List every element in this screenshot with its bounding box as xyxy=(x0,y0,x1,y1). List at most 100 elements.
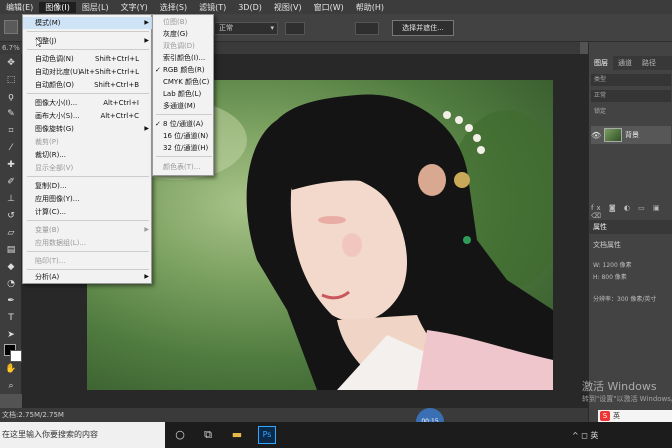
menu-separator xyxy=(27,220,149,221)
menu-item-mode[interactable]: 模式(M) ▶ xyxy=(23,17,153,29)
mode-select[interactable]: 正常 xyxy=(214,22,278,35)
layer-thumbnail xyxy=(604,128,622,142)
image-menu-dropdown: 模式(M) ▶ 调整(J) ▶ 自动色调(N) Shift+Ctrl+L 自动对比度(… xyxy=(22,14,153,284)
menu-item-auto-color[interactable]: 自动颜色(O) Shift+Ctrl+B xyxy=(23,79,153,91)
type-tool-icon[interactable]: T xyxy=(0,309,22,326)
menu-layer[interactable]: 图层(L) xyxy=(76,2,115,13)
eraser-tool-icon[interactable]: ▱ xyxy=(0,224,22,241)
tools-panel: ✥ ⬚ ϙ ✎ ⌗ ⁄ ✚ ✐ ⊥ ↺ ▱ ▤ ◆ ◔ ✒ T ➤ ▭ ✋ ⌕ xyxy=(0,54,22,394)
mode-bitmap[interactable]: 位图(B) xyxy=(153,16,215,28)
stamp-tool-icon[interactable]: ⊥ xyxy=(0,190,22,207)
tool-preset-icon[interactable] xyxy=(4,20,18,34)
mode-indexed-color[interactable]: 索引颜色(I)... xyxy=(153,52,215,64)
menu-item-auto-contrast[interactable]: 自动对比度(U) Alt+Shift+Ctrl+L xyxy=(23,66,153,78)
history-brush-icon[interactable]: ↺ xyxy=(0,207,22,224)
menu-item-duplicate[interactable]: 复制(D)... xyxy=(23,180,153,192)
activation-watermark: 激活 Windows xyxy=(582,380,657,393)
menu-separator xyxy=(27,269,149,270)
menu-item-auto-tone[interactable]: 自动色调(N) Shift+Ctrl+L xyxy=(23,53,153,65)
ime-toolbar[interactable]: S 英 xyxy=(598,410,672,422)
right-panel: 图层 通道 路径 类型 正常 锁定 👁 背景 fx ◙ ◐ ▭ ▣ ⌫ 属性 文… xyxy=(588,42,672,422)
tab-layers[interactable]: 图层 xyxy=(589,56,613,70)
menu-separator xyxy=(27,31,149,32)
tab-channels[interactable]: 通道 xyxy=(613,56,637,70)
mode-submenu: 位图(B) 灰度(G) 双色调(D) 索引颜色(I)... ✓ RGB 颜色(R)… xyxy=(152,14,214,176)
lock-row: 锁定 xyxy=(591,106,671,118)
mode-32-bit[interactable]: 32 位/通道(H) xyxy=(153,142,215,154)
task-view-icon[interactable]: ⧉ xyxy=(200,427,216,443)
menu-window[interactable]: 窗口(W) xyxy=(308,2,350,13)
path-select-icon[interactable]: ➤ xyxy=(0,326,22,343)
menu-view[interactable]: 视图(V) xyxy=(268,2,308,13)
menu-item-variables[interactable]: 变量(B) ▶ xyxy=(23,224,153,236)
layer-row-background[interactable]: 👁 背景 xyxy=(591,126,671,144)
menu-item-reveal-all[interactable]: 显示全部(V) xyxy=(23,162,153,174)
mode-rgb-color[interactable]: ✓ RGB 颜色(R) xyxy=(153,64,215,76)
width-value: W: 1200 像素 xyxy=(593,262,632,269)
tab-paths[interactable]: 路径 xyxy=(637,56,661,70)
menu-item-calculations[interactable]: 计算(C)... xyxy=(23,206,153,218)
blend-mode-select[interactable]: 正常 xyxy=(591,90,671,102)
dodge-tool-icon[interactable]: ◔ xyxy=(0,275,22,292)
menu-item-apply-image[interactable]: 应用图像(Y)... xyxy=(23,193,153,205)
menu-item-trim[interactable]: 裁切(R)... xyxy=(23,149,153,161)
option-field-2[interactable] xyxy=(355,22,379,35)
eyedropper-tool-icon[interactable]: ⁄ xyxy=(0,139,22,156)
mode-8-bit[interactable]: ✓ 8 位/通道(A) xyxy=(153,118,215,130)
menu-item-trap[interactable]: 陷印(T)... xyxy=(23,255,153,267)
menu-filter[interactable]: 滤镜(T) xyxy=(193,2,232,13)
ime-language[interactable]: 英 xyxy=(613,411,620,421)
crop-tool-icon[interactable]: ⌗ xyxy=(0,122,22,139)
layer-kind-filter[interactable]: 类型 xyxy=(591,74,671,86)
mode-multichannel[interactable]: 多通道(M) xyxy=(153,100,215,112)
menu-edit[interactable]: 编辑(E) xyxy=(0,2,39,13)
select-and-mask-button[interactable]: 选择并遮住... xyxy=(392,20,454,36)
mode-lab-color[interactable]: Lab 颜色(L) xyxy=(153,88,215,100)
menu-3d[interactable]: 3D(D) xyxy=(232,3,268,12)
system-tray[interactable]: ^ ◻ 英 xyxy=(572,430,598,441)
hand-tool-icon[interactable]: ✋ xyxy=(0,360,22,377)
menu-item-image-rotation[interactable]: 图像旋转(G) ▶ xyxy=(23,123,153,135)
menu-separator xyxy=(27,176,149,177)
mode-cmyk-color[interactable]: CMYK 颜色(C) xyxy=(153,76,215,88)
menu-help[interactable]: 帮助(H) xyxy=(350,2,390,13)
menu-item-crop[interactable]: 裁剪(P) xyxy=(23,136,153,148)
healing-tool-icon[interactable]: ✚ xyxy=(0,156,22,173)
menu-item-apply-data-set[interactable]: 应用数据组(L)... xyxy=(23,237,153,249)
menu-item-image-size[interactable]: 图像大小(I)... Alt+Ctrl+I xyxy=(23,97,153,109)
quick-select-tool-icon[interactable]: ✎ xyxy=(0,105,22,122)
height-value: H: 800 像素 xyxy=(593,274,627,281)
brush-tool-icon[interactable]: ✐ xyxy=(0,173,22,190)
eye-icon[interactable]: 👁 xyxy=(591,131,601,140)
menu-separator xyxy=(27,49,149,50)
menu-item-analysis[interactable]: 分析(A) ▶ xyxy=(23,271,153,283)
photoshop-taskbar-icon[interactable]: Ps xyxy=(258,426,276,444)
option-field-1[interactable] xyxy=(285,22,305,35)
menu-separator xyxy=(27,93,149,94)
zoom-tool-icon[interactable]: ⌕ xyxy=(0,377,22,394)
menu-image[interactable]: 图像(I) xyxy=(39,1,76,13)
layer-actions-row[interactable]: fx ◙ ◐ ▭ ▣ ⌫ xyxy=(591,204,671,220)
move-tool-icon[interactable]: ✥ xyxy=(0,54,22,71)
background-color-swatch[interactable] xyxy=(10,350,22,362)
blur-tool-icon[interactable]: ◆ xyxy=(0,258,22,275)
submenu-separator xyxy=(156,114,212,115)
pen-tool-icon[interactable]: ✒ xyxy=(0,292,22,309)
mode-16-bit[interactable]: 16 位/通道(N) xyxy=(153,130,215,142)
file-explorer-icon[interactable]: ▬ xyxy=(229,427,245,443)
mode-grayscale[interactable]: 灰度(G) xyxy=(153,28,215,40)
menu-type[interactable]: 文字(Y) xyxy=(115,2,154,13)
cortana-icon[interactable]: ○ xyxy=(172,427,188,443)
gradient-tool-icon[interactable]: ▤ xyxy=(0,241,22,258)
mode-duotone[interactable]: 双色调(D) xyxy=(153,40,215,52)
submenu-separator xyxy=(156,156,212,157)
menu-select[interactable]: 选择(S) xyxy=(154,2,193,13)
properties-panel-title: 属性 xyxy=(589,220,672,234)
taskbar-search-input[interactable]: 在这里输入你要搜索的内容 xyxy=(0,422,165,448)
menu-item-canvas-size[interactable]: 画布大小(S)... Alt+Ctrl+C xyxy=(23,110,153,122)
menu-item-adjustments[interactable]: 调整(J) ▶ xyxy=(23,35,153,47)
checkmark-icon: ✓ xyxy=(155,66,161,74)
marquee-tool-icon[interactable]: ⬚ xyxy=(0,71,22,88)
lasso-tool-icon[interactable]: ϙ xyxy=(0,88,22,105)
mode-color-table[interactable]: 颜色表(T)... xyxy=(153,161,215,173)
